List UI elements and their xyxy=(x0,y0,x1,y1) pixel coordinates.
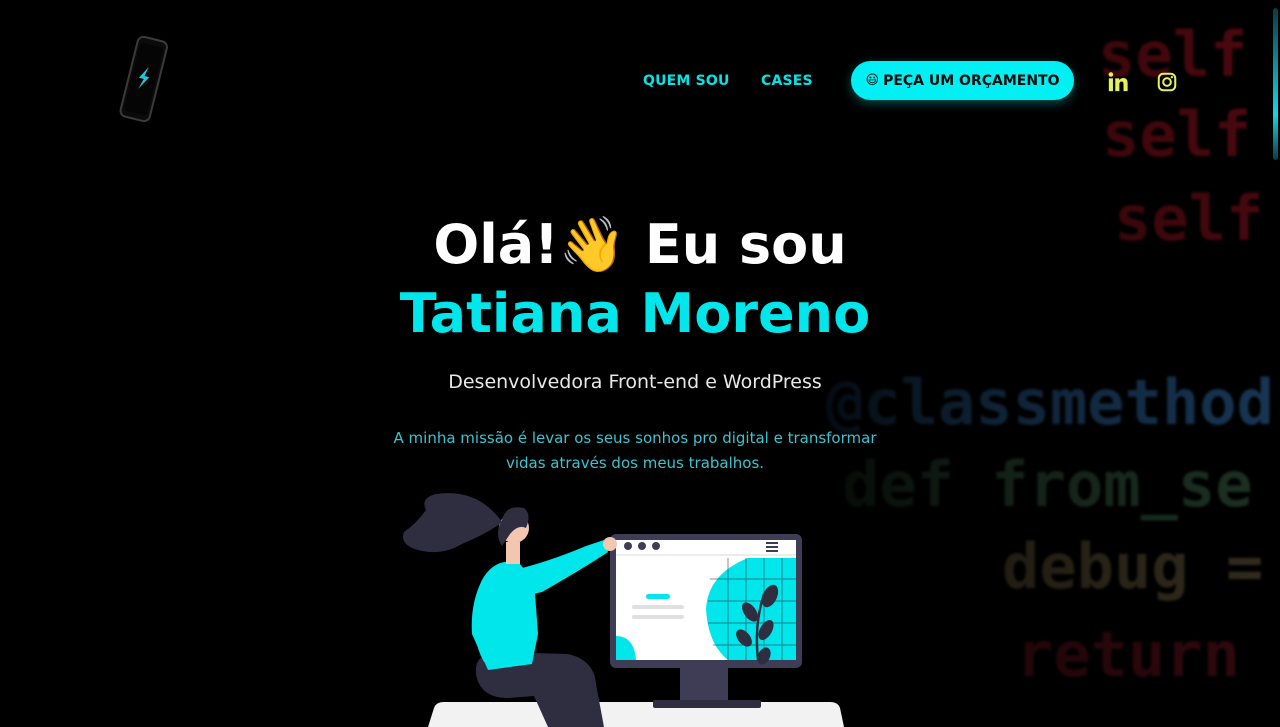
code-line: def from_se xyxy=(842,448,1253,521)
page: self self self @classmethod def from_se … xyxy=(0,0,1280,727)
greeting-text-suffix: Eu sou xyxy=(626,213,847,276)
hero-greeting: Olá!👋 Eu sou xyxy=(0,210,1280,280)
hero-subtitle: Desenvolvedora Front-end e WordPress xyxy=(448,371,822,393)
nav-link-quem-sou[interactable]: QUEM SOU xyxy=(643,73,730,89)
instagram-icon[interactable] xyxy=(1156,71,1178,93)
developer-illustration xyxy=(403,493,844,727)
smile-emoji-icon: 😃 xyxy=(865,73,880,88)
code-line: self xyxy=(1102,98,1252,171)
waving-hand-icon: 👋 xyxy=(558,213,627,276)
request-quote-label: PEÇA UM ORÇAMENTO xyxy=(883,72,1060,89)
nav-link-cases[interactable]: CASES xyxy=(761,73,813,89)
greeting-text: Olá! xyxy=(433,213,559,276)
mission-line: A minha missão é levar os seus sonhos pr… xyxy=(393,429,877,447)
request-quote-button[interactable]: 😃 PEÇA UM ORÇAMENTO xyxy=(851,61,1074,100)
code-line: debug = xyxy=(1002,530,1264,603)
mission-line: vidas através dos meus trabalhos. xyxy=(505,454,765,472)
mission-statement: A minha missão é levar os seus sonhos pr… xyxy=(370,426,900,476)
hero-name: Tatiana Moreno xyxy=(399,282,871,345)
linkedin-icon[interactable] xyxy=(1107,71,1129,93)
code-line: return xyxy=(1016,618,1240,691)
top-navigation: QUEM SOU CASES 😃 PEÇA UM ORÇAMENTO xyxy=(0,61,1280,101)
